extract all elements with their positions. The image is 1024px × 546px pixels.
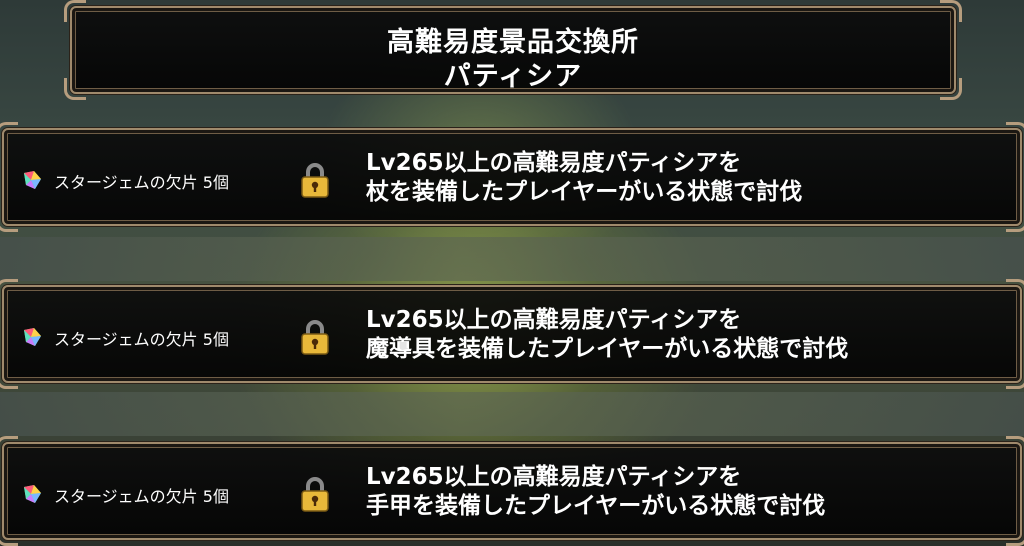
frame-corner-ornament: [0, 210, 18, 232]
frame-corner-ornament: [0, 122, 18, 144]
reward-item-label: スタージェムの欠片 5個: [54, 330, 229, 349]
frame-corner-ornament: [1006, 367, 1024, 389]
unlock-condition: Lv265以上の高難易度パティシアを 杖を装備したプレイヤーがいる状態で討伐: [366, 149, 802, 207]
header-panel: 高難易度景品交換所 パティシア: [64, 0, 962, 100]
unlock-condition: Lv265以上の高難易度パティシアを 手甲を装備したプレイヤーがいる状態で討伐: [366, 463, 825, 521]
background-strip: [0, 392, 1024, 436]
frame-corner-ornament: [1006, 279, 1024, 301]
background-strip: [0, 237, 1024, 281]
frame-corner-ornament: [0, 436, 18, 458]
padlock-icon: [301, 477, 329, 512]
frame-corner-ornament: [0, 367, 18, 389]
reward-row[interactable]: スタージェムの欠片 5個 Lv265以上の高難易度パティシアを 手甲を装備したプ…: [0, 436, 1024, 546]
star-gem-fragment-icon: [24, 171, 41, 189]
reward-row[interactable]: スタージェムの欠片 5個 Lv265以上の高難易度パティシアを 魔導具を装備した…: [0, 279, 1024, 389]
condition-line: 手甲を装備したプレイヤーがいる状態で討伐: [366, 493, 826, 519]
page-subtitle: パティシア: [443, 61, 583, 92]
padlock-icon: [301, 163, 329, 198]
frame-corner-ornament: [64, 0, 86, 22]
frame-corner-ornament: [1006, 524, 1024, 546]
frame-corner-ornament: [0, 524, 18, 546]
frame-corner-ornament: [940, 0, 962, 22]
star-gem-fragment-icon: [24, 328, 41, 346]
frame-corner-ornament: [1006, 436, 1024, 458]
condition-line: Lv265以上の高難易度パティシアを: [366, 307, 742, 333]
condition-line: Lv265以上の高難易度パティシアを: [366, 150, 742, 176]
condition-line: Lv265以上の高難易度パティシアを: [366, 464, 742, 490]
star-gem-fragment-icon: [24, 485, 41, 503]
condition-line: 杖を装備したプレイヤーがいる状態で討伐: [366, 179, 803, 205]
reward-row[interactable]: スタージェムの欠片 5個 Lv265以上の高難易度パティシアを 杖を装備したプレ…: [0, 122, 1024, 232]
frame-corner-ornament: [1006, 210, 1024, 232]
reward-item-label: スタージェムの欠片 5個: [54, 173, 229, 192]
unlock-condition: Lv265以上の高難易度パティシアを 魔導具を装備したプレイヤーがいる状態で討伐: [366, 306, 848, 364]
frame-corner-ornament: [1006, 122, 1024, 144]
frame-corner-ornament: [0, 279, 18, 301]
condition-line: 魔導具を装備したプレイヤーがいる状態で討伐: [366, 336, 849, 362]
reward-item-label: スタージェムの欠片 5個: [54, 487, 229, 506]
padlock-icon: [301, 320, 329, 355]
